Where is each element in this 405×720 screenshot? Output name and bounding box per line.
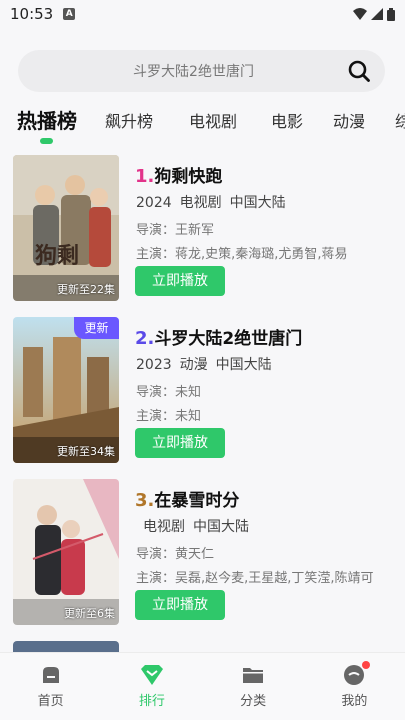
tab-indicator [40,138,53,144]
category-tabs: 热播榜 飙升榜 电视剧 电影 动漫 综 [0,100,405,146]
folder-icon [243,668,264,683]
status-bar: 10:53 A [0,0,405,28]
list-item[interactable]: 更新 更新至34集 2.斗罗大陆2绝世唐门 2023 动漫 中国大陆 导演：未知 主… [0,312,405,463]
tab-variety[interactable]: 综 [395,108,405,132]
list-item[interactable] [0,636,405,652]
new-badge: 更新 [74,317,119,339]
notification-dot [361,661,370,669]
item-title: 1.狗剩快跑 [135,166,223,187]
episode-update: 更新至34集 [57,445,115,458]
status-notification-icon: A [63,8,76,20]
item-director: 导演：未知 [136,385,202,400]
nav-profile[interactable]: 我的 [304,653,405,720]
tab-tv[interactable]: 电视剧 [189,108,237,132]
search-bar[interactable]: 斗罗大陆2绝世唐门 [18,50,385,92]
play-button[interactable]: 立即播放 [135,590,225,620]
list-item[interactable]: 更新至6集 3.在暴雪时分 电视剧 中国大陆 导演：黄天仁 主演：吴磊,赵今麦,王… [0,474,405,625]
tab-rising[interactable]: 飙升榜 [105,108,153,132]
nav-rank[interactable]: 排行 [101,653,202,720]
item-director: 导演：王新军 [136,223,215,238]
play-button[interactable]: 立即播放 [135,428,225,458]
item-meta: 电视剧 中国大陆 [143,519,249,535]
item-title: 2.斗罗大陆2绝世唐门 [135,328,303,349]
signal-icon [371,8,383,20]
nav-label: 分类 [240,694,267,709]
status-right-icons [353,7,395,21]
tab-anime[interactable]: 动漫 [333,108,365,132]
list-item[interactable]: 狗剩 更新至22集 1.狗剩快跑 2024 电视剧 中国大陆 导演：王新军 主演：蒋… [0,150,405,301]
play-button[interactable]: 立即播放 [135,266,225,296]
battery-icon [387,7,395,21]
rank-number: 1. [135,166,155,187]
poster-image[interactable]: 更新 更新至34集 [13,317,119,463]
rank-number: 2. [135,328,155,349]
bottom-nav: 首页 排行 分类 我的 [0,652,405,720]
item-title: 3.在暴雪时分 [135,490,240,511]
episode-update: 更新至22集 [57,283,115,296]
status-time: 10:53 [10,5,54,23]
item-director: 导演：黄天仁 [136,547,215,562]
nav-category[interactable]: 分类 [203,653,304,720]
rank-number: 3. [135,490,155,511]
svg-text:狗剩: 狗剩 [35,244,79,269]
poster-image[interactable]: 更新至6集 [13,479,119,625]
item-meta: 2024 电视剧 中国大陆 [136,195,286,211]
item-cast: 主演：蒋龙,史策,秦海璐,尤勇智,蒋易 [136,247,348,262]
rank-icon [140,665,163,685]
item-cast: 主演：未知 [136,409,202,424]
poster-image[interactable] [13,641,119,652]
poster-image[interactable]: 狗剩 更新至22集 [13,155,119,301]
nav-home[interactable]: 首页 [0,653,101,720]
item-meta: 2023 动漫 中国大陆 [136,357,272,373]
tab-movie[interactable]: 电影 [271,108,303,132]
nav-label: 排行 [138,694,165,709]
item-cast: 主演：吴磊,赵今麦,王星越,丁笑滢,陈靖可 [136,571,374,586]
nav-label: 我的 [341,694,368,709]
tab-hot[interactable]: 热播榜 [17,105,77,134]
nav-label: 首页 [37,694,64,709]
wifi-icon [353,8,367,20]
home-icon [42,667,59,683]
search-icon[interactable] [339,59,379,83]
search-input[interactable]: 斗罗大陆2绝世唐门 [18,61,339,81]
episode-update: 更新至6集 [64,607,115,620]
